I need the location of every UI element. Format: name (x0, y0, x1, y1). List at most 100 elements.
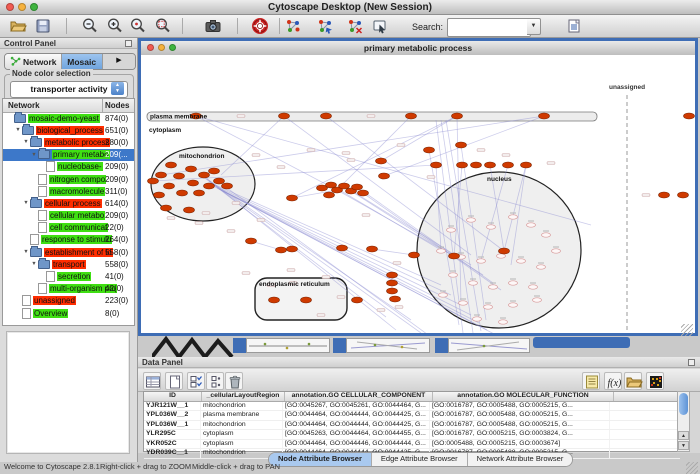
network-nodes-icon[interactable] (284, 17, 302, 35)
table-row[interactable]: YPL036W__1mitochondrion[GO:0044464, GO:0… (144, 421, 680, 431)
background-window-strip[interactable] (346, 338, 430, 353)
network-node[interactable] (324, 192, 335, 198)
network-node[interactable] (431, 162, 442, 168)
tree-row-cell-communicat[interactable]: cell communicat22(0) (3, 222, 134, 234)
tree-row-multi-organism-pro[interactable]: multi-organism pro42(0) (3, 283, 134, 295)
expand-arrow-icon[interactable]: ▼ (30, 261, 38, 267)
attribute-batch-icon[interactable] (187, 372, 205, 390)
table-row[interactable]: YPL036W__2plasma membrane[GO:0044464, GO… (144, 411, 680, 421)
birdseye-view[interactable] (6, 331, 130, 454)
network-node[interactable] (471, 162, 482, 168)
column-header[interactable]: annotation.GO CELLULAR_COMPONENT (285, 392, 433, 401)
import-network-icon[interactable] (565, 17, 583, 35)
zoom-out-icon[interactable] (81, 17, 99, 35)
network-node[interactable] (166, 162, 177, 168)
network-node[interactable] (184, 207, 195, 213)
save-session-icon[interactable] (34, 17, 52, 35)
network-node[interactable] (188, 180, 199, 186)
column-header[interactable]: _cellularLayoutRegion (202, 392, 285, 401)
tree-row-transport[interactable]: ▼transport558(0) (3, 258, 134, 270)
background-window-strip[interactable] (246, 338, 330, 353)
network-window-titlebar[interactable]: primary metabolic process (141, 41, 695, 56)
window-resize-grip[interactable] (681, 324, 693, 336)
tab-mosaic[interactable]: Mosaic (62, 54, 103, 69)
network-node[interactable] (199, 172, 210, 178)
network-node[interactable] (174, 173, 185, 179)
network-node[interactable] (321, 113, 332, 119)
network-node[interactable] (387, 288, 398, 294)
select-mode-icon[interactable] (371, 17, 389, 35)
network-node[interactable] (214, 178, 225, 184)
float-panel-icon[interactable] (125, 40, 132, 47)
network-node[interactable] (485, 162, 496, 168)
network-node[interactable] (409, 252, 420, 258)
float-panel-icon[interactable] (688, 359, 695, 366)
background-window-edge[interactable] (233, 338, 246, 353)
tree-row-response-to-stimulu[interactable]: response to stimulu264(0) (3, 234, 134, 246)
import-attributes-icon[interactable] (624, 372, 642, 390)
network-node[interactable] (154, 192, 165, 198)
network-node[interactable] (449, 253, 460, 259)
snapshot-icon[interactable] (204, 17, 222, 35)
expand-arrow-icon[interactable]: ▼ (30, 152, 38, 158)
table-row[interactable]: YJR121W__1mitochondrion[GO:0045267, GO:0… (144, 402, 680, 412)
tab-overflow-arrow-icon[interactable]: ▶ (103, 54, 135, 69)
network-node[interactable] (387, 280, 398, 286)
background-window-titlebar[interactable] (533, 337, 630, 348)
network-node[interactable] (406, 113, 417, 119)
create-view-icon[interactable] (316, 17, 334, 35)
network-node[interactable] (209, 168, 220, 174)
tree-row-primary-metabo[interactable]: ▼primary metabo209(... (3, 149, 134, 161)
tree-row-secretion[interactable]: secretion41(0) (3, 270, 134, 282)
zoom-fit-icon[interactable] (154, 17, 172, 35)
network-node[interactable] (424, 147, 435, 153)
tree-row-cellular-metabo[interactable]: cellular metabo209(0) (3, 210, 134, 222)
network-node[interactable] (156, 172, 167, 178)
network-node[interactable] (161, 205, 172, 211)
expand-arrow-icon[interactable]: ▼ (22, 200, 30, 206)
network-node[interactable] (164, 183, 175, 189)
attribute-matrix-icon[interactable] (646, 372, 664, 390)
network-node[interactable] (352, 297, 363, 303)
tree-row-unassigned[interactable]: unassigned223(0) (3, 295, 134, 307)
tree-row-nucleobase-[interactable]: nucleobase-209(0) (3, 161, 134, 173)
app-resize-grip[interactable] (686, 462, 698, 474)
tree-row-nitrogen-compo[interactable]: nitrogen compo209(0) (3, 173, 134, 185)
network-node[interactable] (457, 162, 468, 168)
network-node[interactable] (148, 178, 159, 184)
network-node[interactable] (177, 190, 188, 196)
create-attribute-icon[interactable] (165, 372, 183, 390)
network-node[interactable] (499, 248, 510, 254)
scroll-up-icon[interactable]: ▲ (678, 431, 689, 440)
tree-row-cellular-process[interactable]: ▼cellular process614(0) (3, 197, 134, 209)
network-node[interactable] (387, 272, 398, 278)
network-node[interactable] (678, 192, 689, 198)
network-node[interactable] (287, 246, 298, 252)
network-node[interactable] (456, 142, 467, 148)
dropdown-stepper-icon[interactable]: ▲▼ (111, 82, 124, 95)
expand-arrow-icon[interactable]: ▼ (22, 139, 30, 145)
network-node[interactable] (246, 238, 257, 244)
scroll-down-icon[interactable]: ▼ (678, 441, 689, 450)
destroy-view-icon[interactable] (346, 17, 364, 35)
tab-network[interactable]: Network (5, 54, 62, 69)
delete-attribute-icon[interactable] (225, 372, 243, 390)
network-node[interactable] (337, 245, 348, 251)
tree-row-mosaic-demo-yeast[interactable]: mosaic-demo-yeast874(0) (3, 112, 134, 124)
column-header[interactable]: annotation.GO MOLECULAR_FUNCTION (433, 392, 614, 401)
network-canvas[interactable]: plasma membranecytoplasmmitochondrionnuc… (141, 55, 695, 333)
function-builder-icon[interactable]: f(x) (604, 372, 622, 390)
expand-arrow-icon[interactable]: ▼ (14, 127, 22, 133)
tree-row-establishment-of-lo[interactable]: ▼establishment of lo558(0) (3, 246, 134, 258)
network-node[interactable] (186, 166, 197, 172)
tree-row-biological-process[interactable]: ▼biological_process651(0) (3, 124, 134, 136)
network-node[interactable] (521, 162, 532, 168)
network-node[interactable] (194, 190, 205, 196)
network-node[interactable] (204, 183, 215, 189)
tree-row-metabolic-process[interactable]: ▼metabolic process280(0) (3, 136, 134, 148)
table-row[interactable]: YKR052Ccytoplasm[GO:0044464, GO:0044446,… (144, 440, 680, 450)
expand-arrow-icon[interactable]: ▼ (22, 249, 30, 255)
open-session-icon[interactable] (9, 17, 27, 35)
network-node[interactable] (684, 113, 695, 119)
tree-row-macromolecule[interactable]: macromolecule311(0) (3, 185, 134, 197)
